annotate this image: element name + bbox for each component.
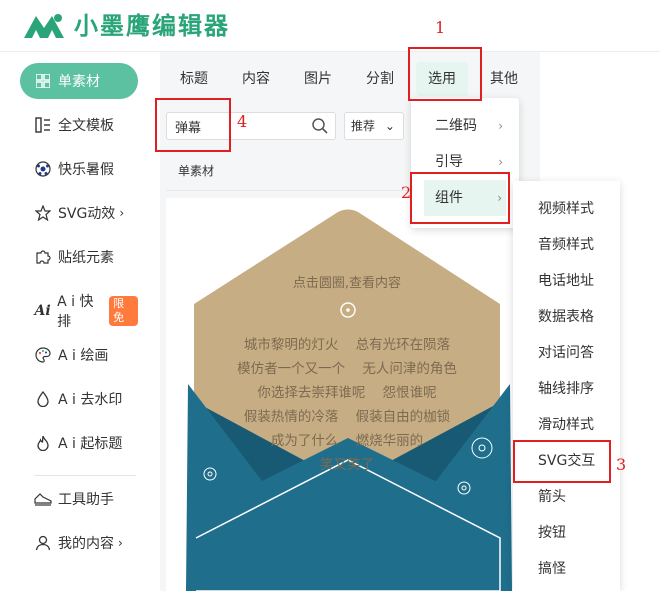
menu-item-label: 引导 [435,154,463,170]
ball-icon [34,160,52,178]
sidebar-item-ai-watermark[interactable]: A i 去水印 [20,381,138,417]
annotation-number: 1 [435,18,446,37]
puzzle-icon [34,248,52,266]
submenu-item-slide[interactable]: 滑动样式 [513,407,620,443]
card-line: 模仿者一个又一个 无人问津的角色 [237,361,457,377]
logo-text: 小墨鹰编辑器 [74,12,230,40]
submenu-item-funny[interactable]: 搞怪 [513,551,620,587]
sort-select[interactable]: 推荐 ⌄ [344,112,404,140]
submenu-item-timeline[interactable]: 轴线排序 [513,371,620,407]
chevron-right-icon: › [118,536,123,550]
card-line: 假装热情的冷落 假装自由的枷锁 [243,409,451,425]
sidebar-item-ai-paint[interactable]: A i 绘画 [20,337,138,373]
sidebar-item-svg-animation[interactable]: SVG动效 › [20,195,138,231]
sidebar-item-label: 我的内容 [58,536,114,552]
flame-icon [34,434,52,452]
category-tabs: 标题 内容 图片 分割 选用 其他 [160,62,540,96]
sidebar-item-summer[interactable]: 快乐暑假 [20,151,138,187]
sidebar-item-ai-title[interactable]: A i 起标题 [20,425,138,461]
tab-title[interactable]: 标题 [170,62,218,96]
card-line: 你选择去崇拜谁呢 怨恨谁呢 [257,385,437,401]
menu-item-qrcode[interactable]: 二维码 › [411,108,519,144]
grid-icon [34,72,52,90]
sidebar-item-label: 快乐暑假 [58,162,114,178]
material-card[interactable]: 点击圆圈,查看内容 城市黎明的灯火 总有光环在陨落 模仿者一个又一个 无人问津的… [166,198,540,591]
eagle-logo-icon [24,14,64,38]
free-badge: 限免 [109,296,138,326]
annotation-box-2 [410,172,510,224]
star-icon [34,204,52,222]
sidebar-item-label: 全文模板 [58,118,114,134]
card-prompt: 点击圆圈,查看内容 [292,276,402,291]
sidebar-item-ai-layout[interactable]: Ai A i 快排 限免 [20,293,138,330]
tab-divider[interactable]: 分割 [356,62,404,96]
annotation-number: 3 [616,455,627,474]
sidebar-item-single-material[interactable]: 单素材 [20,63,138,99]
submenu-item-video[interactable]: 视频样式 [513,191,620,227]
card-line: 成为了什么 燃烧华丽的 [270,433,424,449]
submenu-item-phone-address[interactable]: 电话地址 [513,263,620,299]
card-line: 城市黎明的灯火 总有光环在陨落 [243,337,451,353]
header: 小墨鹰编辑器 [0,0,660,52]
sidebar-item-label: SVG动效 [58,206,116,222]
chevron-down-icon: ⌄ [384,119,395,133]
sort-label: 推荐 [351,119,376,133]
annotation-box-4 [155,98,231,152]
submenu-item-dialog[interactable]: 对话问答 [513,335,620,371]
submenu-item-audio[interactable]: 音频样式 [513,227,620,263]
palette-icon [34,346,52,364]
chevron-right-icon: › [119,206,125,220]
annotation-box-3 [513,440,611,483]
ai-icon: Ai [34,303,51,319]
sidebar-item-label: A i 起标题 [58,436,123,452]
chevron-right-icon: › [498,119,503,133]
layout-icon [34,116,52,134]
sidebar-item-label: 单素材 [58,74,100,90]
sidebar-item-stickers[interactable]: 贴纸元素 [20,239,138,275]
section-label: 单素材 [178,164,215,178]
search-icon[interactable] [311,117,329,135]
sidebar-item-full-template[interactable]: 全文模板 [20,107,138,143]
submenu-item-table[interactable]: 数据表格 [513,299,620,335]
component-submenu: 视频样式 音频样式 电话地址 数据表格 对话问答 轴线排序 滑动样式 SVG交互… [513,181,620,591]
sidebar-item-tools[interactable]: 工具助手 [20,481,138,517]
sidebar-item-label: 贴纸元素 [58,250,114,266]
user-icon [34,534,52,552]
sidebar-divider [34,475,136,476]
card-line: 笑又笑了 [320,457,374,473]
menu-item-label: 二维码 [435,118,477,134]
shoe-icon [34,490,52,508]
annotation-box-1 [408,47,482,101]
annotation-number: 2 [401,183,412,202]
submenu-item-arrow[interactable]: 箭头 [513,479,620,515]
tab-content[interactable]: 内容 [232,62,280,96]
sidebar-item-label: A i 绘画 [58,348,109,364]
sidebar-item-label: A i 去水印 [58,392,123,408]
annotation-number: 4 [237,112,248,131]
sidebar-item-label: 工具助手 [58,492,114,508]
submenu-item-button[interactable]: 按钮 [513,515,620,551]
drop-icon [34,390,52,408]
tab-other[interactable]: 其他 [482,62,526,96]
tab-image[interactable]: 图片 [294,62,342,96]
sidebar-item-label: A i 快排 [57,294,94,330]
sidebar-item-my-content[interactable]: 我的内容 › [20,525,138,561]
